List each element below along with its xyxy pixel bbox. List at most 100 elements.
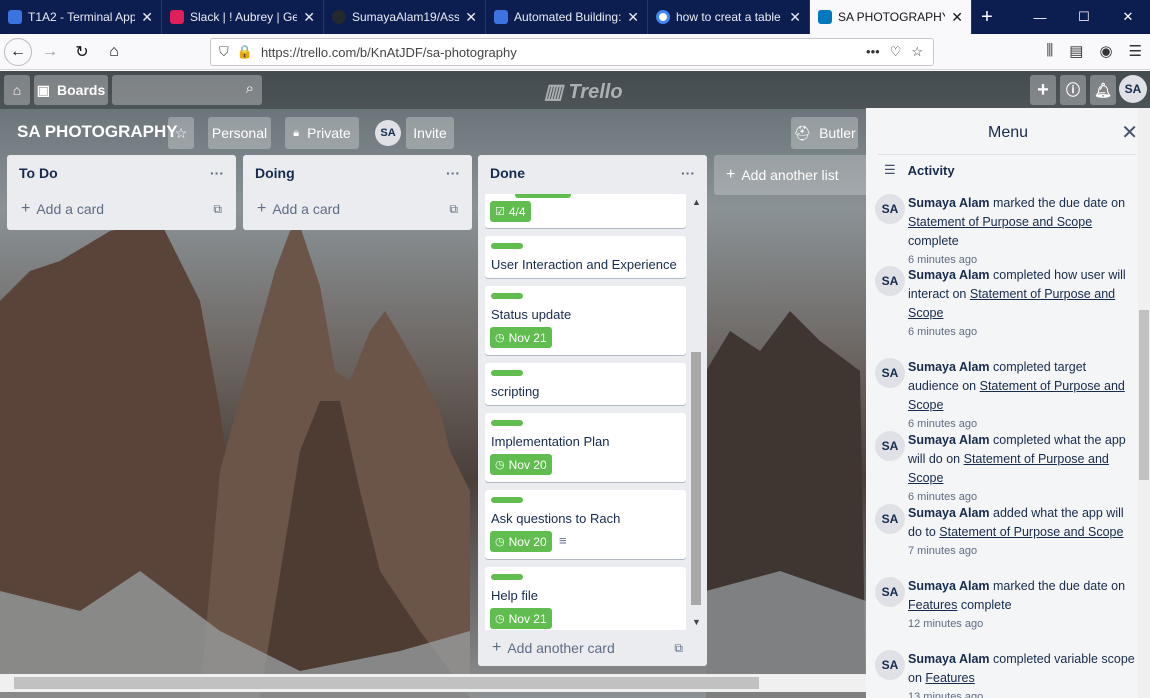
close-tab-icon[interactable]: ✕ [951, 9, 963, 26]
activity-target-link[interactable]: Features [908, 598, 957, 612]
team-visibility-button[interactable]: Personal [208, 117, 271, 149]
window-close-icon[interactable]: ✕ [1106, 0, 1150, 34]
close-tab-icon[interactable]: ✕ [303, 9, 315, 26]
avatar[interactable]: SA [875, 358, 905, 388]
card-status-update[interactable]: Status update ◷ Nov 21 [485, 286, 686, 355]
list-title[interactable]: To Do [19, 165, 58, 181]
add-list-button[interactable]: + Add another list [714, 155, 874, 195]
browser-tab[interactable]: how to creat a table in m ✕ [648, 0, 810, 34]
list-scrollbar[interactable]: ▲ ▼ [690, 197, 702, 627]
library-icon[interactable]: ⫼ [1046, 42, 1053, 60]
activity-user[interactable]: Sumaya Alam [908, 360, 990, 374]
board-scroll-thumb[interactable] [14, 677, 759, 689]
activity-user[interactable]: Sumaya Alam [908, 506, 990, 520]
reload-icon[interactable]: ↻ [68, 38, 96, 66]
privacy-button[interactable]: 🔒︎ Private [285, 117, 359, 149]
home-button[interactable]: ⌂ [4, 75, 30, 105]
hamburger-menu-icon[interactable]: ☰ [1129, 42, 1142, 60]
browser-tab[interactable]: Automated Building: Ger ✕ [486, 0, 648, 34]
url-bar[interactable]: ⛉ 🔒 https://trello.com/b/KnAtJDF/sa-phot… [210, 38, 934, 66]
green-label[interactable] [491, 370, 523, 376]
green-label[interactable] [491, 574, 523, 580]
browser-tab-active[interactable]: SA PHOTOGRAPHY | Trell ✕ [810, 0, 972, 34]
green-label[interactable] [491, 243, 523, 249]
activity-time[interactable]: 13 minutes ago [908, 688, 1138, 698]
menu-scroll-thumb[interactable] [1139, 310, 1149, 480]
card-checklist[interactable]: ☑ 4/4 [485, 194, 686, 228]
activity-target-link[interactable]: Statement of Purpose and Scope [908, 215, 1092, 229]
list-scroll-thumb[interactable] [691, 352, 701, 605]
home-icon[interactable]: ⌂ [100, 38, 128, 66]
star-board-button[interactable]: ☆ [168, 117, 194, 149]
list-header[interactable]: Done ··· [478, 155, 707, 191]
close-tab-icon[interactable]: ✕ [465, 9, 477, 26]
avatar[interactable]: SA [875, 577, 905, 607]
close-tab-icon[interactable]: ✕ [627, 9, 639, 26]
card-implementation-plan[interactable]: Implementation Plan ◷ Nov 20 [485, 413, 686, 482]
browser-tab[interactable]: SumayaAlam19/Assignm ✕ [324, 0, 486, 34]
card-template-icon[interactable]: ⧉ [449, 202, 458, 217]
board-title[interactable]: SA PHOTOGRAPHY [17, 122, 178, 142]
list-menu-icon[interactable]: ··· [446, 165, 460, 181]
invite-button[interactable]: Invite [406, 117, 454, 149]
search-input[interactable]: ⌕ [112, 75, 262, 105]
card-template-icon[interactable]: ⧉ [674, 641, 683, 656]
butler-button[interactable]: ⛑︎ Butler [791, 117, 858, 149]
green-label[interactable] [491, 497, 523, 503]
activity-target-link[interactable]: Statement of Purpose and Scope [939, 525, 1123, 539]
member-avatar[interactable]: SA [375, 120, 401, 146]
close-tab-icon[interactable]: ✕ [141, 9, 153, 26]
list-menu-icon[interactable]: ··· [681, 165, 695, 181]
back-icon[interactable]: ← [4, 37, 32, 66]
card-scripting[interactable]: scripting [485, 363, 686, 405]
avatar[interactable]: SA [875, 266, 905, 296]
list-header[interactable]: To Do ··· [7, 155, 236, 191]
pocket-icon[interactable]: ♡ [890, 44, 902, 60]
card-ask-questions[interactable]: Ask questions to Rach ◷ Nov 20 ≡ [485, 490, 686, 559]
reader-icon[interactable]: ▤ [1069, 42, 1083, 60]
add-card-button[interactable]: + Add a card ⧉ [7, 191, 236, 227]
url-text[interactable]: https://trello.com/b/KnAtJDF/sa-photogra… [261, 45, 517, 60]
list-title[interactable]: Done [490, 165, 525, 181]
avatar[interactable]: SA [875, 431, 905, 461]
activity-user[interactable]: Sumaya Alam [908, 268, 990, 282]
list-header[interactable]: Doing ··· [243, 155, 472, 191]
green-label[interactable] [491, 293, 523, 299]
list-menu-icon[interactable]: ··· [210, 165, 224, 181]
avatar[interactable]: SA [875, 194, 905, 224]
activity-user[interactable]: Sumaya Alam [908, 196, 990, 210]
add-card-button[interactable]: + Add another card ⧉ [478, 630, 707, 666]
card-template-icon[interactable]: ⧉ [213, 202, 222, 217]
avatar[interactable]: SA [875, 504, 905, 534]
new-tab-icon[interactable]: + [972, 0, 1002, 34]
scroll-down-icon[interactable]: ▼ [692, 617, 701, 627]
maximize-icon[interactable]: ☐ [1062, 0, 1106, 34]
trello-logo[interactable]: ▥ Trello [544, 79, 623, 104]
boards-button[interactable]: ▣ Boards [34, 75, 108, 105]
activity-time[interactable]: 12 minutes ago [908, 615, 1138, 633]
activity-user[interactable]: Sumaya Alam [908, 579, 990, 593]
account-icon[interactable]: ◉ [1099, 42, 1112, 60]
more-icon[interactable]: ••• [866, 44, 880, 60]
green-label[interactable] [491, 420, 523, 426]
activity-user[interactable]: Sumaya Alam [908, 652, 990, 666]
list-title[interactable]: Doing [255, 165, 295, 181]
card-help-file[interactable]: Help file ◷ Nov 21 [485, 567, 686, 630]
activity-user[interactable]: Sumaya Alam [908, 433, 990, 447]
browser-tab[interactable]: T1A2 - Terminal Applicat ✕ [0, 0, 162, 34]
browser-tab[interactable]: Slack | ! Aubrey | GenTech ✕ [162, 0, 324, 34]
activity-target-link[interactable]: Features [925, 671, 974, 685]
green-label[interactable] [515, 194, 571, 198]
add-card-button[interactable]: + Add a card ⧉ [243, 191, 472, 227]
minimize-icon[interactable]: — [1018, 0, 1062, 34]
user-avatar[interactable]: SA [1119, 75, 1147, 103]
activity-time[interactable]: 6 minutes ago [908, 323, 1138, 341]
notifications-button[interactable]: 🔔︎ [1090, 75, 1116, 105]
close-tab-icon[interactable]: ✕ [789, 9, 801, 26]
create-button[interactable]: + [1030, 75, 1056, 105]
info-button[interactable]: ⓘ [1060, 75, 1086, 105]
activity-time[interactable]: 7 minutes ago [908, 542, 1138, 560]
forward-icon[interactable]: → [36, 38, 64, 66]
shield-icon[interactable]: ⛉ [219, 44, 229, 60]
lock-icon[interactable]: 🔒 [237, 44, 253, 60]
